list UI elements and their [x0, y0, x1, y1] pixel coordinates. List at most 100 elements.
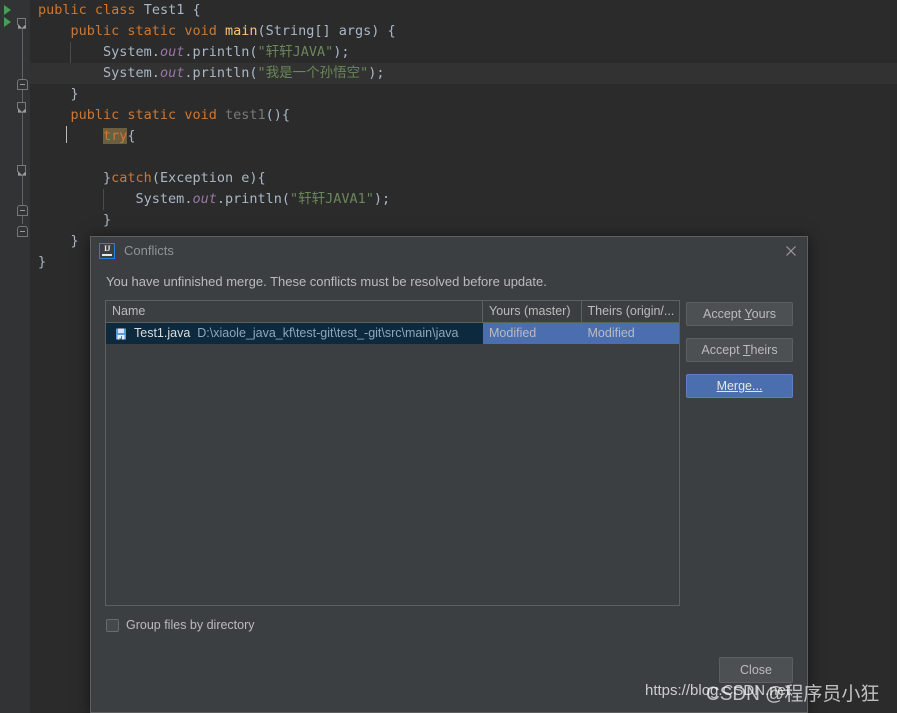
accept-yours-button[interactable]: Accept Yours [686, 302, 793, 326]
code-token: void [184, 23, 225, 39]
code-token: catch [111, 170, 152, 186]
code-line[interactable]: public static void main(String[] args) { [30, 21, 897, 42]
screen: public class Test1 { public static void … [0, 0, 897, 713]
code-token: } [103, 170, 112, 186]
cell-yours-status: Modified [483, 323, 582, 344]
code-token: out [159, 44, 185, 60]
accept-theirs-button[interactable]: Accept Theirs [686, 338, 793, 362]
code-token: "轩轩JAVA1" [290, 191, 374, 207]
close-icon[interactable] [781, 241, 801, 261]
code-token: (String[] args) { [257, 23, 396, 39]
code-line[interactable]: public class Test1 { [30, 0, 897, 21]
code-token: static [127, 23, 185, 39]
code-token: ); [368, 65, 385, 81]
code-token: out [159, 65, 185, 81]
conflicts-content: Name Yours (master) Theirs (origin/... T… [105, 300, 793, 606]
fold-toggle-catch[interactable] [17, 163, 28, 174]
checkbox-label: Group files by directory [126, 618, 255, 632]
fold-toggle-test1[interactable] [17, 100, 28, 111]
table-header-row: Name Yours (master) Theirs (origin/... [106, 301, 679, 323]
merge-button[interactable]: Merge... [686, 374, 793, 398]
code-token: test1 [224, 107, 266, 123]
text-caret [66, 126, 67, 143]
code-token: class [94, 2, 144, 18]
indent-guide [102, 189, 104, 210]
code-token: "我是一个孙悟空" [257, 65, 369, 81]
dialog-footer: Close [91, 656, 807, 712]
code-token: } [70, 86, 79, 102]
code-token: void [184, 107, 225, 123]
code-token: { [127, 128, 136, 144]
dialog-body: You have unfinished merge. These conflic… [91, 264, 807, 632]
conflict-message: You have unfinished merge. These conflic… [106, 274, 547, 289]
intellij-idea-icon: IJ [99, 242, 115, 259]
table-body: Test1.java D:\xiaole_java_kf\test-git\te… [106, 323, 679, 344]
code-line[interactable]: System.out.println("轩轩JAVA"); [30, 42, 897, 63]
dialog-title: Conflicts [124, 243, 174, 258]
column-header-theirs[interactable]: Theirs (origin/... [582, 301, 680, 322]
dialog-titlebar[interactable]: IJ Conflicts [91, 237, 807, 264]
code-line[interactable] [30, 147, 897, 168]
accept-theirs-label-pre: Accept [701, 343, 743, 357]
code-token: } [38, 254, 47, 270]
code-token: out [192, 191, 217, 207]
code-token: public [38, 2, 95, 18]
code-token: ); [333, 44, 350, 60]
merge-label-post: erge... [726, 379, 763, 393]
column-header-name[interactable]: Name [106, 301, 483, 322]
fold-toggle-test1-end[interactable] [17, 226, 28, 237]
code-line[interactable]: System.out.println("我是一个孙悟空"); [30, 63, 897, 84]
code-token: ); [373, 191, 391, 207]
java-file-icon [114, 327, 128, 341]
code-token: "轩轩JAVA" [257, 44, 334, 60]
indent-guide [70, 42, 71, 63]
code-token: try [103, 128, 128, 144]
code-line[interactable]: System.out.println("轩轩JAVA1"); [30, 189, 897, 210]
code-token: public [70, 23, 128, 39]
column-header-yours[interactable]: Yours (master) [483, 301, 582, 322]
code-line[interactable]: try{ [30, 126, 897, 147]
code-token: (Exception e){ [151, 170, 266, 186]
file-name: Test1.java [134, 326, 191, 340]
file-path: D:\xiaole_java_kf\test-git\test_-git\src… [197, 326, 459, 340]
action-buttons: Accept Yours Accept Theirs Merge... [686, 300, 793, 410]
cell-theirs-status: Modified [581, 323, 679, 344]
code-token: public [70, 107, 128, 123]
accept-theirs-mnemonic: T [742, 343, 751, 357]
accept-yours-label-post: ours [751, 307, 776, 321]
run-class-gutter-icon[interactable] [4, 5, 11, 15]
code-token: .println( [184, 44, 258, 60]
merge-mnemonic: M [716, 379, 727, 393]
fold-toggle-main-end[interactable] [17, 79, 28, 90]
code-token: .println( [184, 65, 258, 81]
fold-region-line [22, 26, 23, 224]
code-line[interactable]: } [30, 84, 897, 105]
accept-theirs-label-post: heirs [750, 343, 778, 357]
intellij-idea-icon-bar [102, 254, 112, 256]
conflicts-table[interactable]: Name Yours (master) Theirs (origin/... T… [105, 300, 680, 606]
cell-name[interactable]: Test1.java D:\xiaole_java_kf\test-git\te… [106, 323, 483, 344]
code-token: static [127, 107, 185, 123]
code-token: System. [103, 44, 160, 60]
conflicts-dialog[interactable]: IJ Conflicts You have unfinished merge. … [90, 236, 808, 713]
code-token: } [70, 233, 79, 249]
fold-toggle-catch-end[interactable] [17, 205, 28, 216]
close-button[interactable]: Close [719, 657, 793, 683]
editor-gutter[interactable] [0, 0, 30, 713]
code-line[interactable]: public static void test1(){ [30, 105, 897, 126]
code-line[interactable]: }catch(Exception e){ [30, 168, 897, 189]
group-files-by-directory-checkbox[interactable]: Group files by directory [105, 618, 793, 632]
code-token: } [103, 212, 112, 228]
code-token: Test1 { [143, 2, 201, 18]
checkbox-box[interactable] [106, 618, 119, 632]
intellij-idea-icon-letters: IJ [103, 243, 111, 253]
accept-yours-label-pre: Accept [703, 307, 745, 321]
accept-yours-mnemonic: Y [744, 307, 752, 321]
table-row[interactable]: Test1.java D:\xiaole_java_kf\test-git\te… [106, 323, 679, 344]
code-token: (){ [265, 107, 290, 123]
run-method-gutter-icon[interactable] [4, 17, 11, 27]
code-token: .println( [216, 191, 290, 207]
code-token: System. [135, 191, 193, 207]
code-line[interactable]: } [30, 210, 897, 231]
fold-toggle-main[interactable] [17, 16, 28, 27]
